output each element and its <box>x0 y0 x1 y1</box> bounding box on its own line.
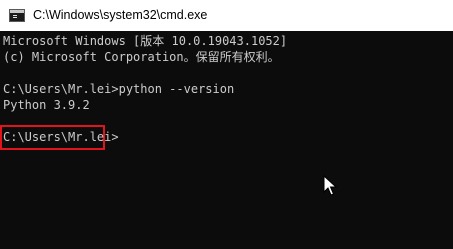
console-line: C:\Users\Mr.lei>python --version <box>3 82 235 96</box>
console-line: (c) Microsoft Corporation。保留所有权利。 <box>3 50 280 64</box>
cmd-icon <box>9 9 25 22</box>
console-line: Microsoft Windows [版本 10.0.19043.1052] <box>3 34 288 48</box>
title-bar[interactable]: C:\Windows\system32\cmd.exe <box>0 0 453 31</box>
console-output[interactable]: Microsoft Windows [版本 10.0.19043.1052] (… <box>0 31 453 249</box>
cmd-window: C:\Windows\system32\cmd.exe Microsoft Wi… <box>0 0 453 249</box>
window-title: C:\Windows\system32\cmd.exe <box>33 8 208 22</box>
console-line-python-version: Python 3.9.2 <box>3 98 90 112</box>
arrow-pointer-icon <box>323 175 337 196</box>
console-prompt: C:\Users\Mr.lei> <box>3 130 119 144</box>
